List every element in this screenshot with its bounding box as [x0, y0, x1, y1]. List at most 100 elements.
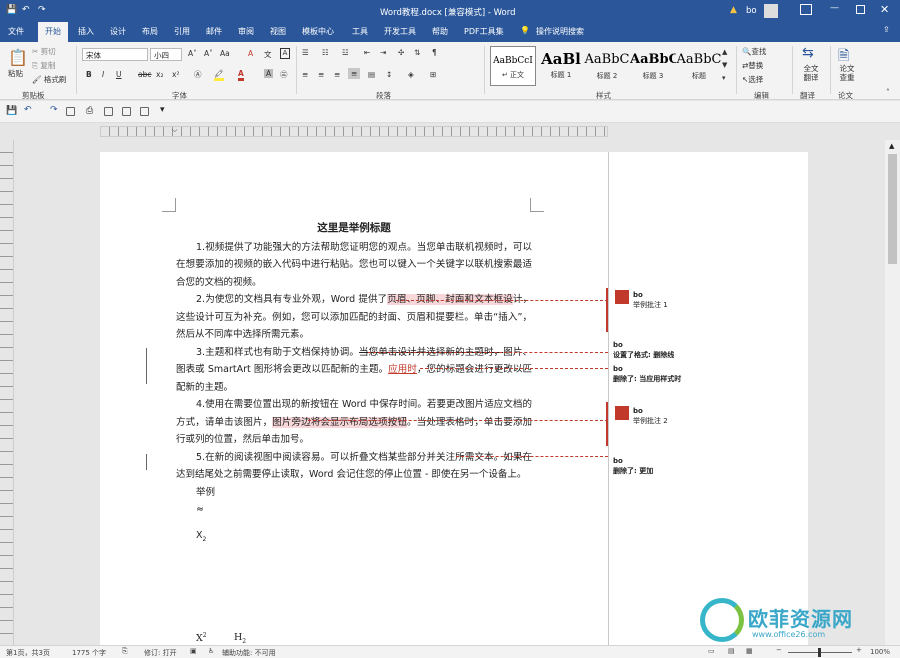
italic-button[interactable]: I — [102, 70, 104, 79]
style-title[interactable]: AaBbC 标题 — [676, 46, 722, 86]
tab-template-center[interactable]: 模板中心 — [302, 26, 334, 37]
line-spacing-icon[interactable]: ↕ — [386, 70, 392, 79]
font-color-button[interactable]: A — [238, 69, 244, 81]
multilevel-list-icon[interactable]: ☳ — [342, 48, 349, 57]
view-icon[interactable] — [66, 107, 75, 119]
tab-layout[interactable]: 布局 — [142, 26, 158, 37]
read-mode-icon[interactable]: ▭ — [708, 647, 715, 655]
collapse-ribbon-icon[interactable]: ˄ — [886, 88, 890, 97]
style-normal[interactable]: AaBbCcI ↵ 正文 — [490, 46, 536, 86]
zoom-in-icon[interactable]: + — [856, 646, 862, 654]
draw-icon[interactable] — [140, 107, 149, 119]
distributed-icon[interactable]: ▤ — [368, 70, 375, 79]
save-icon[interactable]: 💾 — [6, 106, 17, 116]
decrease-indent-icon[interactable]: ⇤ — [364, 48, 370, 57]
word-count[interactable]: 1775 个字 — [72, 648, 106, 658]
maximize-icon[interactable] — [856, 5, 865, 14]
justify-icon[interactable]: ≡ — [348, 68, 361, 79]
superscript-button[interactable]: x² — [172, 70, 179, 79]
accessibility-status[interactable]: 辅助功能: 不可用 — [222, 648, 276, 658]
format-painter-button[interactable]: 🖌 格式刷 — [32, 74, 66, 85]
find-button[interactable]: 🔍查找 — [742, 46, 766, 57]
user-name[interactable]: bo — [746, 6, 757, 16]
vertical-scrollbar[interactable]: ▲ — [885, 140, 900, 645]
track-changes-status[interactable]: 修订: 打开 — [144, 648, 177, 658]
shading-icon[interactable]: ◈ — [408, 70, 414, 79]
warning-icon[interactable]: ▲ — [730, 5, 737, 15]
redo-icon[interactable]: ↷ — [38, 5, 46, 15]
translate-icon[interactable]: ⇆ — [802, 45, 814, 61]
sort-icon[interactable]: ⇅ — [414, 48, 420, 57]
text-effects-icon[interactable]: Ⓐ — [194, 69, 202, 80]
grow-font-button[interactable]: A˄ — [188, 49, 197, 58]
ribbon-display-icon[interactable] — [800, 4, 812, 15]
align-center-icon[interactable]: ≡ — [318, 70, 324, 79]
paper-check-button[interactable]: 论文查重 — [836, 64, 858, 82]
tab-pdf-tools[interactable]: PDF工具集 — [464, 26, 504, 37]
tab-help[interactable]: 帮助 — [432, 26, 448, 37]
bullets-icon[interactable]: ☰ — [302, 48, 309, 57]
zoom-out-icon[interactable]: − — [776, 646, 782, 654]
comment-4[interactable]: bo 举例批注 2 — [611, 406, 796, 426]
tab-home[interactable]: 开始 — [38, 22, 68, 42]
numbering-icon[interactable]: ☷ — [322, 48, 329, 57]
minimize-icon[interactable]: — — [830, 3, 839, 13]
tab-design[interactable]: 设计 — [110, 26, 126, 37]
tell-me-search[interactable]: 操作说明搜索 — [536, 26, 584, 37]
increase-indent-icon[interactable]: ⇥ — [380, 48, 386, 57]
paste-button[interactable]: 粘贴 — [8, 68, 23, 79]
scroll-up-icon[interactable]: ▲ — [889, 142, 894, 150]
print-icon[interactable]: ⎙ — [86, 106, 93, 116]
font-size-select[interactable]: 小四 — [150, 48, 182, 61]
comment-1[interactable]: bo 举例批注 1 — [611, 290, 796, 310]
inserted-text[interactable]: 应用时 — [388, 364, 417, 375]
style-heading-1[interactable]: AaBl 标题 1 — [538, 46, 584, 86]
share-icon[interactable]: ⇪ — [883, 25, 890, 34]
comment-3[interactable]: bo 删除了: 当应用样式时 — [611, 364, 796, 384]
close-icon[interactable]: ✕ — [880, 3, 889, 16]
redo-icon[interactable]: ↷ — [50, 105, 58, 115]
frame-icon[interactable] — [122, 107, 131, 119]
select-button[interactable]: ↖选择 — [742, 74, 763, 85]
change-case-button[interactable]: Aa — [220, 49, 230, 58]
horizontal-ruler[interactable]: ⌵ — [0, 123, 900, 140]
comment-5[interactable]: bo 删除了: 更加 — [611, 456, 796, 476]
replace-button[interactable]: ⇄替换 — [742, 60, 763, 71]
strikethrough-button[interactable]: abc — [138, 70, 151, 79]
tab-file[interactable]: 文件 — [8, 26, 24, 37]
borders-icon[interactable]: ⊞ — [430, 70, 436, 79]
undo-icon[interactable]: ↶ — [22, 5, 30, 15]
commented-text[interactable]: 图片旁边将会显示布局选项按钮 — [272, 416, 407, 428]
customize-icon[interactable]: ▾ — [160, 105, 165, 115]
subscript-button[interactable]: x₂ — [156, 70, 163, 79]
style-heading-3[interactable]: AaBbC 标题 3 — [630, 46, 676, 86]
tab-review[interactable]: 审阅 — [238, 26, 254, 37]
print-layout-icon[interactable]: ▤ — [728, 647, 735, 655]
underline-button[interactable]: U — [116, 70, 122, 79]
table-icon[interactable] — [104, 107, 113, 119]
highlight-icon[interactable]: 🖍 — [214, 69, 224, 81]
document-body[interactable]: 这里是举例标题 1.视频提供了功能强大的方法帮助您证明您的观点。当您单击联机视频… — [176, 220, 532, 548]
zoom-slider-thumb[interactable] — [818, 648, 821, 657]
undo-icon[interactable]: ↶ — [24, 105, 32, 115]
style-heading-2[interactable]: AaBbC 标题 2 — [584, 46, 630, 86]
copy-button[interactable]: ⎘ 复制 — [32, 60, 55, 71]
tab-mailings[interactable]: 邮件 — [206, 26, 222, 37]
styles-more-icon[interactable]: ▾ — [722, 74, 726, 82]
bold-button[interactable]: B — [86, 70, 92, 79]
translate-button[interactable]: 全文翻译 — [800, 64, 822, 82]
char-shading-button[interactable]: A — [264, 69, 274, 78]
styles-down-icon[interactable]: ▼ — [722, 61, 727, 69]
align-left-icon[interactable]: ≡ — [302, 70, 308, 79]
tab-insert[interactable]: 插入 — [78, 26, 94, 37]
page-count[interactable]: 第1页，共3页 — [6, 648, 50, 658]
comment-2[interactable]: bo 设置了格式: 删除线 — [611, 340, 796, 360]
tab-view[interactable]: 视图 — [270, 26, 286, 37]
styles-up-icon[interactable]: ▲ — [722, 48, 727, 56]
cut-button[interactable]: ✂ 剪切 — [32, 46, 56, 57]
tab-references[interactable]: 引用 — [174, 26, 190, 37]
align-right-icon[interactable]: ≡ — [334, 70, 340, 79]
clear-format-button[interactable]: A — [248, 49, 253, 58]
avatar[interactable] — [764, 4, 778, 18]
proofing-icon[interactable]: ⎘ — [122, 647, 128, 656]
